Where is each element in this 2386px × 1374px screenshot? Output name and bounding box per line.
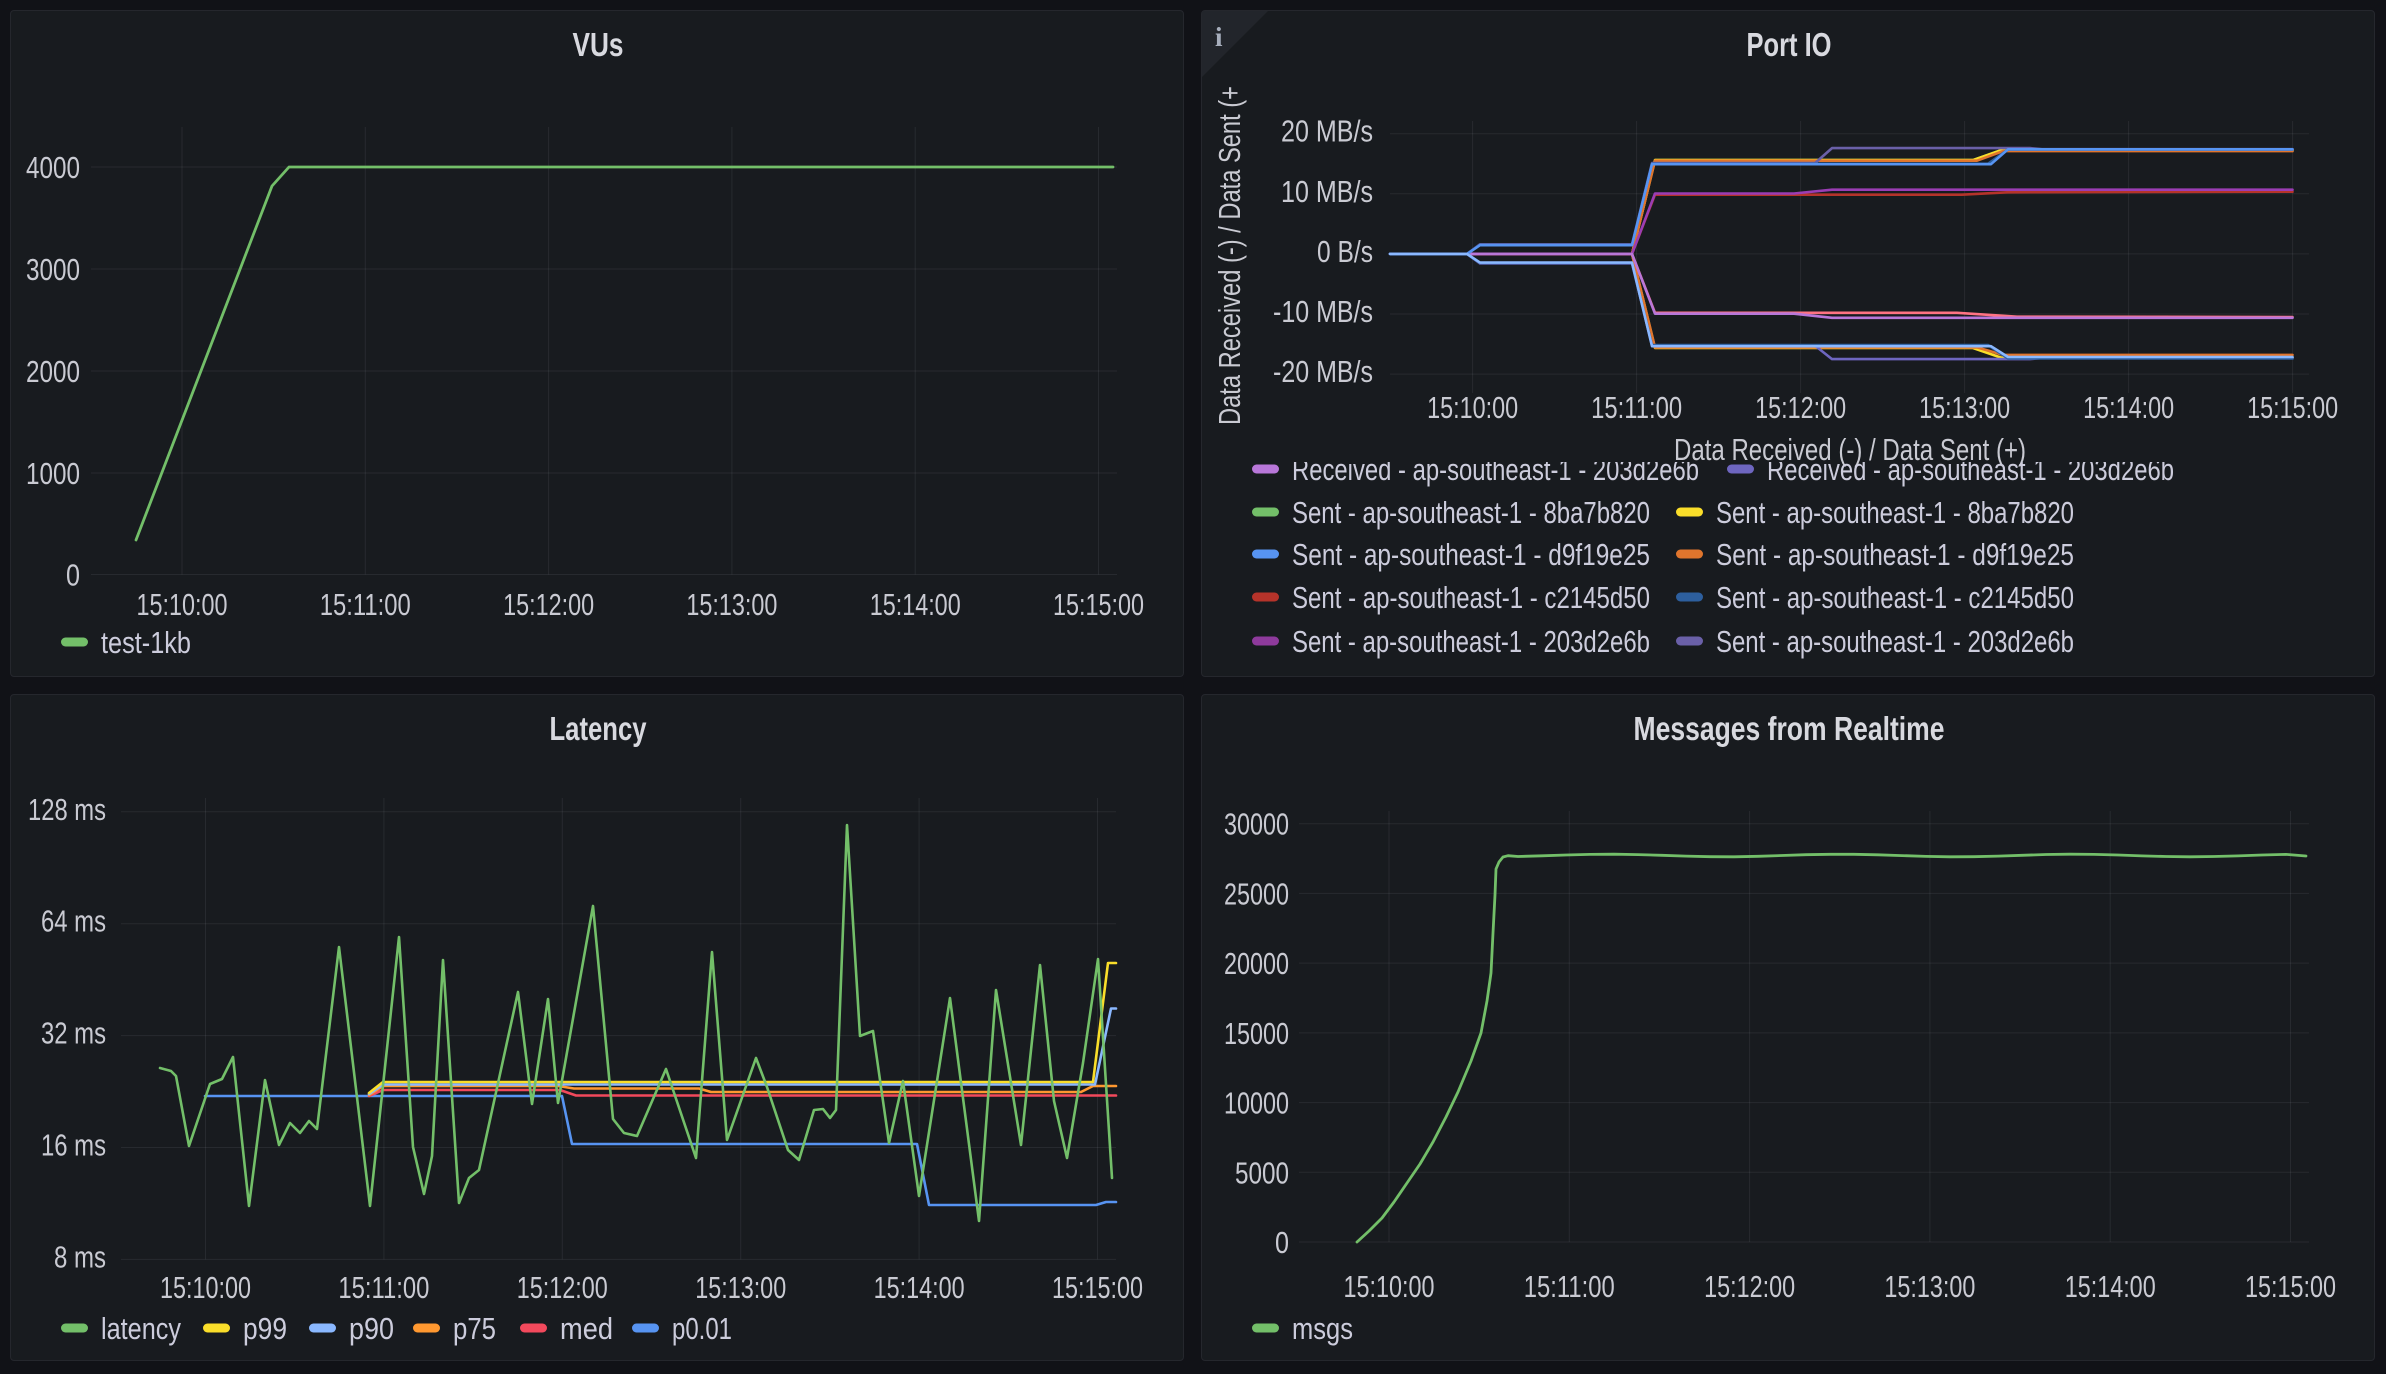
svg-text:15:14:00: 15:14:00 (870, 587, 961, 622)
svg-text:15:11:00: 15:11:00 (1591, 390, 1682, 425)
svg-text:15:12:00: 15:12:00 (503, 587, 594, 622)
svg-text:15:15:00: 15:15:00 (1052, 1270, 1143, 1305)
svg-text:Received - ap-southeast-1 - 20: Received - ap-southeast-1 - 203d2e6b (1292, 452, 1699, 487)
svg-text:10 MB/s: 10 MB/s (1281, 174, 1373, 209)
svg-text:p0.01: p0.01 (672, 1311, 732, 1346)
svg-text:0: 0 (1275, 1225, 1289, 1260)
svg-text:8 ms: 8 ms (54, 1239, 106, 1274)
svg-text:15:12:00: 15:12:00 (517, 1270, 608, 1305)
svg-text:15:10:00: 15:10:00 (1344, 1269, 1435, 1304)
svg-text:p75: p75 (453, 1311, 496, 1346)
svg-text:Sent - ap-southeast-1 - c2145d: Sent - ap-southeast-1 - c2145d50 (1292, 580, 1650, 615)
svg-text:-10 MB/s: -10 MB/s (1273, 294, 1373, 329)
svg-text:15:10:00: 15:10:00 (137, 587, 228, 622)
svg-text:15:15:00: 15:15:00 (1053, 587, 1144, 622)
svg-text:5000: 5000 (1235, 1155, 1289, 1190)
svg-text:p90: p90 (349, 1311, 394, 1346)
svg-text:2000: 2000 (26, 354, 80, 389)
svg-text:msgs: msgs (1292, 1311, 1353, 1346)
svg-text:128 ms: 128 ms (28, 792, 106, 827)
svg-text:Data Received (-) / Data Sent: Data Received (-) / Data Sent (+) (1674, 432, 2026, 467)
svg-text:Sent - ap-southeast-1 - 203d2e: Sent - ap-southeast-1 - 203d2e6b (1292, 624, 1650, 659)
svg-text:p99: p99 (243, 1311, 287, 1346)
svg-text:15:14:00: 15:14:00 (2065, 1269, 2156, 1304)
svg-text:Sent - ap-southeast-1 - c2145d: Sent - ap-southeast-1 - c2145d50 (1716, 580, 2074, 615)
svg-text:25000: 25000 (1224, 876, 1289, 911)
svg-text:20000: 20000 (1224, 946, 1289, 981)
svg-text:15:10:00: 15:10:00 (1427, 390, 1518, 425)
svg-text:Messages from Realtime: Messages from Realtime (1634, 710, 1945, 747)
svg-text:test-1kb: test-1kb (101, 625, 191, 660)
svg-text:Data Received (-) / Data Sent: Data Received (-) / Data Sent (+ (1212, 86, 1247, 425)
svg-text:15:14:00: 15:14:00 (2083, 390, 2174, 425)
svg-text:latency: latency (101, 1311, 181, 1346)
svg-text:VUs: VUs (573, 26, 624, 63)
svg-text:64 ms: 64 ms (41, 904, 106, 939)
svg-text:15:12:00: 15:12:00 (1755, 390, 1846, 425)
svg-text:3000: 3000 (26, 252, 80, 287)
svg-text:30000: 30000 (1224, 807, 1289, 842)
svg-text:15:13:00: 15:13:00 (1884, 1269, 1975, 1304)
svg-text:15:14:00: 15:14:00 (874, 1270, 965, 1305)
svg-text:15:15:00: 15:15:00 (2247, 390, 2338, 425)
svg-text:Sent - ap-southeast-1 - 8ba7b8: Sent - ap-southeast-1 - 8ba7b820 (1292, 495, 1650, 530)
svg-text:15:12:00: 15:12:00 (1704, 1269, 1795, 1304)
svg-text:1000: 1000 (26, 456, 80, 491)
svg-text:Sent - ap-southeast-1 - d9f19e: Sent - ap-southeast-1 - d9f19e25 (1716, 537, 2074, 572)
svg-text:-20 MB/s: -20 MB/s (1273, 354, 1373, 389)
svg-text:med: med (560, 1311, 613, 1346)
svg-text:16 ms: 16 ms (41, 1128, 106, 1163)
svg-text:15:11:00: 15:11:00 (338, 1270, 429, 1305)
svg-text:Latency: Latency (550, 710, 648, 747)
svg-text:15:10:00: 15:10:00 (160, 1270, 251, 1305)
svg-text:4000: 4000 (26, 150, 80, 185)
svg-text:15:13:00: 15:13:00 (1919, 390, 2010, 425)
svg-text:15000: 15000 (1224, 1016, 1289, 1051)
svg-text:Sent - ap-southeast-1 - 8ba7b8: Sent - ap-southeast-1 - 8ba7b820 (1716, 495, 2074, 530)
svg-text:i: i (1215, 22, 1223, 52)
svg-text:10000: 10000 (1224, 1086, 1289, 1121)
svg-text:0: 0 (66, 558, 80, 593)
svg-text:20 MB/s: 20 MB/s (1281, 114, 1373, 149)
svg-text:Port IO: Port IO (1747, 26, 1832, 63)
svg-text:Sent - ap-southeast-1 - d9f19e: Sent - ap-southeast-1 - d9f19e25 (1292, 537, 1650, 572)
svg-text:15:11:00: 15:11:00 (1524, 1269, 1615, 1304)
svg-text:15:15:00: 15:15:00 (2245, 1269, 2336, 1304)
svg-text:15:13:00: 15:13:00 (695, 1270, 786, 1305)
svg-text:15:13:00: 15:13:00 (686, 587, 777, 622)
svg-text:32 ms: 32 ms (41, 1016, 106, 1051)
svg-text:15:11:00: 15:11:00 (320, 587, 411, 622)
svg-text:Sent - ap-southeast-1 - 203d2e: Sent - ap-southeast-1 - 203d2e6b (1716, 624, 2074, 659)
svg-text:0 B/s: 0 B/s (1317, 234, 1373, 269)
